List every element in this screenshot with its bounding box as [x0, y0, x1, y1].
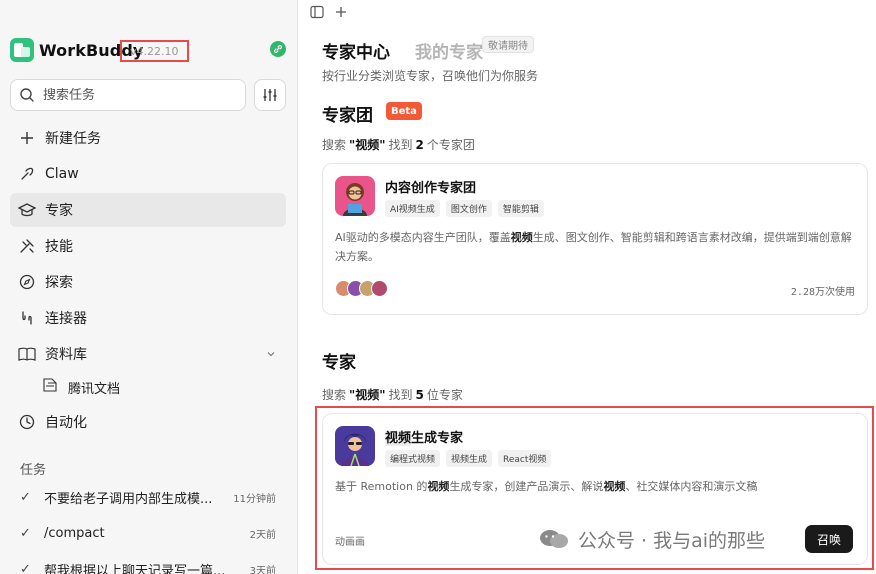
- task-item[interactable]: ✓ 不要给老子调用内部生成模... 11分钟前: [20, 485, 280, 509]
- task-label: /compact: [44, 525, 105, 541]
- connector-icon: [18, 309, 36, 327]
- chevron-down-icon[interactable]: [266, 347, 276, 363]
- nav-explore[interactable]: 探索: [10, 265, 286, 299]
- wechat-icon: [540, 530, 568, 548]
- team-result-summary: 搜索 "视频" 找到 2 个专家团: [322, 136, 475, 153]
- check-icon: ✓: [20, 561, 31, 574]
- task-time: 2天前: [249, 529, 276, 541]
- summon-button[interactable]: 召唤: [805, 525, 854, 553]
- nav-new-task[interactable]: 新建任务: [10, 121, 286, 155]
- nav-experts-label: 专家: [45, 203, 73, 219]
- tab-my-experts[interactable]: 我的专家: [415, 38, 483, 63]
- clock-icon: [18, 413, 36, 431]
- link-icon[interactable]: [270, 41, 286, 57]
- nav-skills[interactable]: 技能: [10, 229, 286, 263]
- team-tags: AI视频生成 图文创作 智能剪辑: [385, 200, 544, 217]
- wechat-watermark: 公众号 · 我与ai的那些: [538, 524, 765, 554]
- sliders-icon: [263, 89, 277, 101]
- page-subtitle: 按行业分类浏览专家，召唤他们为你服务: [322, 69, 539, 83]
- expert-section-title: 专家: [322, 353, 356, 373]
- task-label: 不要给老子调用内部生成模...: [44, 491, 213, 507]
- sidebar-toggle-icon[interactable]: [309, 4, 325, 20]
- team-card-description: AI驱动的多模态内容生产团队，覆盖视频生成、图文创作、智能剪辑和跨语言素材改编，…: [335, 231, 852, 263]
- expert-avatar: [335, 426, 375, 466]
- nav-library-label: 资料库: [45, 347, 87, 363]
- graduation-cap-icon: [18, 201, 36, 219]
- workbuddy-logo-icon: [10, 38, 34, 62]
- tag: 视频生成: [446, 450, 493, 467]
- result-mid: 找到: [388, 138, 413, 152]
- task-time: 3天前: [249, 565, 276, 574]
- nav-experts[interactable]: 专家: [10, 193, 286, 227]
- nav-library[interactable]: 资料库: [10, 337, 286, 371]
- nav-new-task-label: 新建任务: [45, 131, 101, 147]
- tag: 图文创作: [445, 200, 492, 217]
- docs-icon: [42, 377, 60, 397]
- compass-icon: [18, 273, 36, 291]
- tag: AI视频生成: [385, 200, 440, 217]
- expert-result-summary: 搜索 "视频" 找到 5 位专家: [322, 386, 463, 403]
- team-section-title: 专家团: [322, 106, 373, 126]
- nav-claw-label: Claw: [45, 166, 79, 182]
- nav-tencent-docs[interactable]: 腾讯文档: [42, 374, 120, 400]
- expert-card-description: 基于 Remotion 的视频生成专家，创建产品演示、解说视频、社交媒体内容和演…: [335, 480, 758, 493]
- nav-skills-label: 技能: [45, 239, 73, 255]
- task-time: 11分钟前: [233, 493, 276, 505]
- tools-icon: [18, 237, 36, 255]
- check-icon: ✓: [20, 525, 31, 541]
- nav-explore-label: 探索: [45, 275, 73, 291]
- nav-automation-label: 自动化: [45, 415, 87, 431]
- result-query: "视频": [349, 138, 386, 152]
- book-icon: [18, 345, 36, 363]
- coming-soon-badge: 敬请期待: [482, 36, 534, 53]
- version-label: v4.22.10: [120, 40, 189, 62]
- tag: 编程式视频: [385, 450, 441, 467]
- result-query: "视频": [349, 388, 386, 402]
- team-avatar: [335, 176, 375, 216]
- watermark-text: 公众号 · 我与ai的那些: [578, 529, 766, 552]
- team-card-title: 内容创作专家团: [385, 181, 477, 196]
- result-mid: 找到: [388, 388, 413, 402]
- avatar: [371, 280, 388, 297]
- tasks-section-label: 任务: [20, 463, 47, 478]
- tag: 智能剪辑: [497, 200, 544, 217]
- result-count: 2: [415, 137, 424, 152]
- result-suffix: 位专家: [426, 388, 463, 402]
- nav-claw[interactable]: Claw: [10, 157, 286, 191]
- member-avatars: [335, 280, 388, 297]
- task-item[interactable]: ✓ 帮我根据以上聊天记录写一篇... 3天前: [20, 557, 280, 574]
- result-count: 5: [415, 387, 424, 402]
- plus-icon: [18, 129, 36, 147]
- nav-tencent-docs-label: 腾讯文档: [68, 381, 121, 397]
- expert-category: 动画画: [335, 537, 365, 548]
- result-prefix: 搜索: [322, 138, 347, 152]
- usage-count: 2.28万次使用: [790, 287, 855, 298]
- task-label: 帮我根据以上聊天记录写一篇...: [44, 563, 224, 574]
- nav-automation[interactable]: 自动化: [10, 405, 286, 439]
- nav-connectors-label: 连接器: [45, 311, 87, 327]
- expert-card-title: 视频生成专家: [385, 431, 464, 446]
- tab-expert-center[interactable]: 专家中心: [322, 38, 390, 63]
- result-prefix: 搜索: [322, 388, 347, 402]
- task-search[interactable]: [10, 79, 246, 111]
- search-input[interactable]: [43, 87, 223, 103]
- nav-connectors[interactable]: 连接器: [10, 301, 286, 335]
- expert-tags: 编程式视频 视频生成 React视频: [385, 450, 552, 467]
- sidebar: WorkBuddy v4.22.10 新建任务 Claw 专家 技能 探索 连接…: [0, 0, 298, 574]
- search-icon: [20, 88, 34, 102]
- new-tab-plus-icon[interactable]: [333, 4, 349, 20]
- filter-button[interactable]: [254, 79, 286, 111]
- task-item[interactable]: ✓ /compact 2天前: [20, 521, 280, 545]
- tag: React视频: [498, 450, 552, 467]
- check-icon: ✓: [20, 489, 31, 505]
- beta-badge: Beta: [386, 102, 422, 120]
- team-card[interactable]: 内容创作专家团 AI视频生成 图文创作 智能剪辑 AI驱动的多模态内容生产团队，…: [322, 163, 868, 315]
- claw-icon: [18, 165, 36, 183]
- result-suffix: 个专家团: [426, 138, 475, 152]
